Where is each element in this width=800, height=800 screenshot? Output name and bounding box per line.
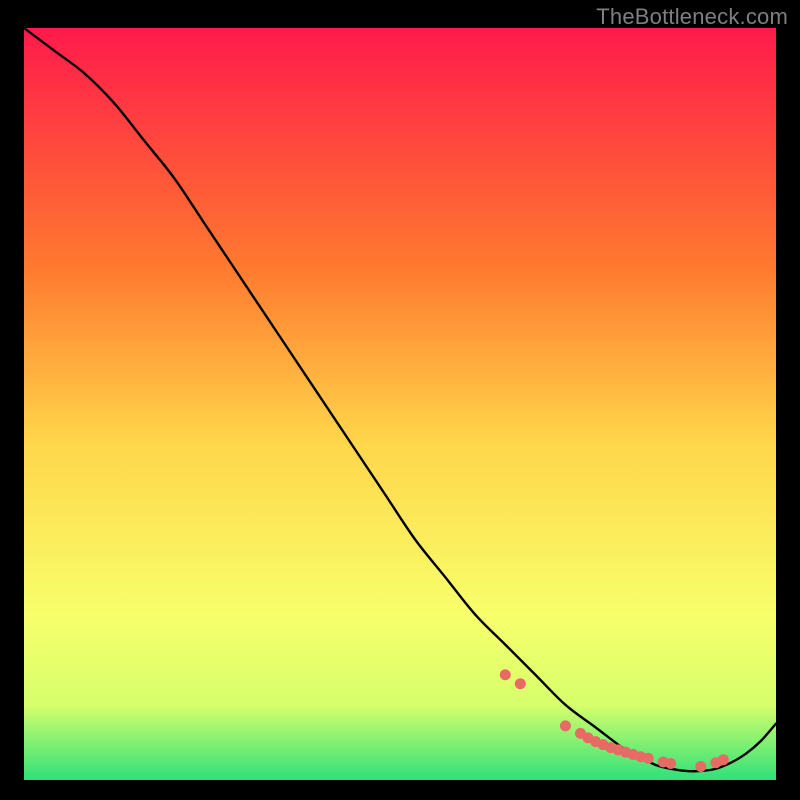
gradient-background xyxy=(24,28,776,780)
chart-frame: TheBottleneck.com xyxy=(0,0,800,800)
marker-dot xyxy=(718,754,729,765)
marker-dot xyxy=(515,678,526,689)
marker-dot xyxy=(500,669,511,680)
marker-dot xyxy=(665,758,676,769)
plot-area xyxy=(24,28,776,780)
watermark-text: TheBottleneck.com xyxy=(596,4,788,30)
marker-dot xyxy=(560,720,571,731)
marker-dot xyxy=(695,761,706,772)
chart-svg xyxy=(24,28,776,780)
marker-dot xyxy=(643,753,654,764)
